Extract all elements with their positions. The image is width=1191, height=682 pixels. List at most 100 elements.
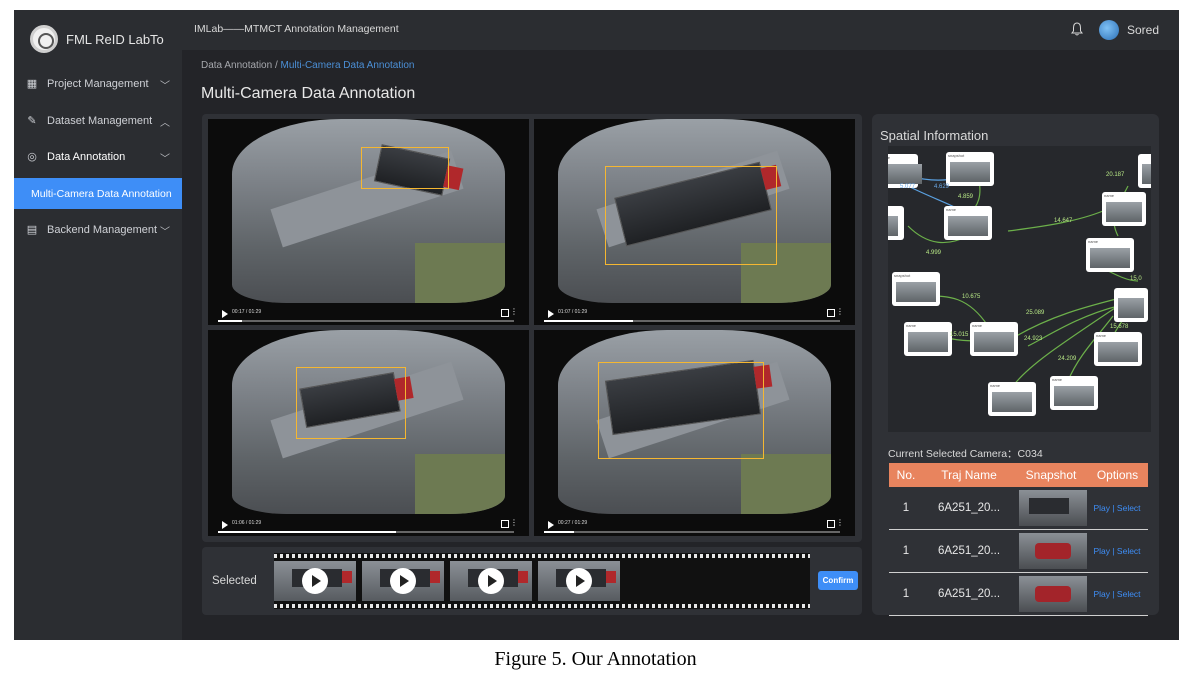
current-camera: Current Selected Camera：C034 <box>888 448 1043 460</box>
video-progress[interactable] <box>218 531 514 533</box>
edge-weight: 15.015 <box>950 332 969 338</box>
camera-graph[interactable]: name snapshot name name name snapshot na… <box>888 146 1151 432</box>
graph-node[interactable]: name <box>988 382 1036 416</box>
bounding-box[interactable] <box>605 166 777 265</box>
graph-node[interactable]: name <box>1102 192 1146 226</box>
graph-node[interactable] <box>888 206 904 240</box>
video-player[interactable]: 00:27 / 01:29 ⋮ <box>534 330 855 536</box>
sidebar-item-label: Project Management <box>47 78 149 90</box>
play-icon[interactable] <box>548 521 554 529</box>
edge-weight: 20.187 <box>1106 172 1125 178</box>
video-controls: 00:27 / 01:29 ⋮ <box>534 514 855 536</box>
video-player[interactable]: 00:17 / 01:29 ⋮ <box>208 119 529 325</box>
user-name: Sored <box>1126 23 1159 37</box>
check-circle-icon: ◎ <box>27 151 37 163</box>
more-icon[interactable]: ⋮ <box>510 308 518 316</box>
bounding-box[interactable] <box>598 362 764 459</box>
graph-node[interactable]: snapshot <box>946 152 994 186</box>
fullscreen-icon[interactable] <box>501 520 509 528</box>
edge-weight: 25.089 <box>1026 310 1045 316</box>
row-options[interactable]: Play | Select <box>1087 503 1147 513</box>
row-options[interactable]: Play | Select <box>1087 546 1147 556</box>
graph-node[interactable]: name <box>1050 376 1098 410</box>
bell-icon[interactable] <box>1071 22 1083 36</box>
play-circle-icon[interactable] <box>566 568 592 594</box>
row-options[interactable]: Play | Select <box>1087 589 1147 599</box>
video-time: 00:17 / 01:29 <box>232 309 262 315</box>
video-progress[interactable] <box>218 320 514 322</box>
sidebar-item-label: Dataset Management <box>47 115 153 127</box>
selected-clip[interactable] <box>538 561 620 601</box>
chevron-down-icon: ﹀ <box>160 226 170 238</box>
sidebar-item-backend-management[interactable]: ▤ Backend Management ﹀ <box>14 214 182 246</box>
fullscreen-icon[interactable] <box>501 309 509 317</box>
graph-node[interactable] <box>1114 288 1148 322</box>
edge-weight: 4.629 <box>934 184 950 190</box>
sidebar-item-multi-camera-data-annotation[interactable]: Multi-Camera Data Annotation <box>14 178 182 209</box>
video-progress[interactable] <box>544 320 840 322</box>
snapshot-thumbnail <box>1019 533 1087 569</box>
row-number: 1 <box>902 545 910 557</box>
play-circle-icon[interactable] <box>478 568 504 594</box>
graph-node[interactable]: name <box>1094 332 1142 366</box>
table-row[interactable]: 1 6A251_20... Play | Select <box>889 487 1148 530</box>
sidebar-item-label: Multi-Camera Data Annotation <box>31 187 172 200</box>
graph-node[interactable]: snapshot <box>892 272 940 306</box>
video-controls: 00:17 / 01:29 ⋮ <box>208 303 529 325</box>
traj-name: 6A251_20... <box>937 545 1001 557</box>
fullscreen-icon[interactable] <box>827 520 835 528</box>
brand[interactable]: FML ReID LabTo <box>30 24 164 54</box>
breadcrumb: Data Annotation / Multi-Camera Data Anno… <box>201 60 414 71</box>
figure-caption: Figure 5. Our Annotation <box>494 648 697 670</box>
top-header: IMLab——MTMCT Annotation Management Sored <box>182 10 1179 50</box>
video-player[interactable]: 01:06 / 01:29 ⋮ <box>208 330 529 536</box>
graph-node[interactable]: name <box>1086 238 1134 272</box>
graph-node[interactable]: name <box>970 322 1018 356</box>
table-row[interactable]: 1 6A251_20... Play | Select <box>889 530 1148 573</box>
brand-name: FML ReID LabTo <box>66 31 164 47</box>
edge-weight: 10.675 <box>962 294 981 300</box>
selected-clip[interactable] <box>274 561 356 601</box>
play-icon[interactable] <box>222 310 228 318</box>
spatial-panel: Spatial Information name snapshot name n… <box>872 114 1159 616</box>
column-header: Traj Name <box>941 468 997 482</box>
progress-fill <box>218 531 396 533</box>
graph-node[interactable]: name <box>888 154 922 188</box>
avatar <box>1098 20 1119 40</box>
confirm-button[interactable]: Confirm <box>818 571 858 590</box>
play-icon[interactable] <box>548 310 554 318</box>
row-number: 1 <box>902 502 910 514</box>
progress-fill <box>544 531 574 533</box>
video-time: 00:27 / 01:29 <box>558 520 588 526</box>
more-icon[interactable]: ⋮ <box>510 519 518 527</box>
more-icon[interactable]: ⋮ <box>836 308 844 316</box>
graph-node[interactable] <box>1138 154 1151 188</box>
sidebar: FML ReID LabTo ▦ Project Management ﹀ ✎ … <box>14 10 182 640</box>
bounding-box[interactable] <box>296 367 406 439</box>
fullscreen-icon[interactable] <box>827 309 835 317</box>
video-time: 01:06 / 01:29 <box>232 520 262 526</box>
sidebar-item-data-annotation[interactable]: ◎ Data Annotation ﹀ <box>14 141 182 173</box>
video-player[interactable]: 01:07 / 01:29 ⋮ <box>534 119 855 325</box>
graph-node[interactable]: name <box>944 206 992 240</box>
play-icon[interactable] <box>222 521 228 529</box>
play-circle-icon[interactable] <box>390 568 416 594</box>
edge-weight: 4.859 <box>958 194 974 200</box>
video-progress[interactable] <box>544 531 840 533</box>
sidebar-item-project-management[interactable]: ▦ Project Management ﹀ <box>14 68 182 100</box>
user-menu[interactable]: Sored <box>1098 20 1159 40</box>
graph-node[interactable]: name <box>904 322 952 356</box>
bounding-box[interactable] <box>361 147 449 189</box>
row-number: 1 <box>902 588 910 600</box>
selected-clip[interactable] <box>362 561 444 601</box>
traj-name: 6A251_20... <box>937 588 1001 600</box>
selected-clip[interactable] <box>450 561 532 601</box>
sidebar-item-dataset-management[interactable]: ✎ Dataset Management ︿ <box>14 105 182 137</box>
play-circle-icon[interactable] <box>302 568 328 594</box>
edge-weight: 24.209 <box>1058 356 1077 362</box>
chevron-up-icon: ︿ <box>160 117 170 129</box>
more-icon[interactable]: ⋮ <box>836 519 844 527</box>
breadcrumb-parent[interactable]: Data Annotation / <box>201 60 278 71</box>
chevron-down-icon: ﹀ <box>160 153 170 165</box>
table-row[interactable]: 1 6A251_20... Play | Select <box>889 573 1148 616</box>
